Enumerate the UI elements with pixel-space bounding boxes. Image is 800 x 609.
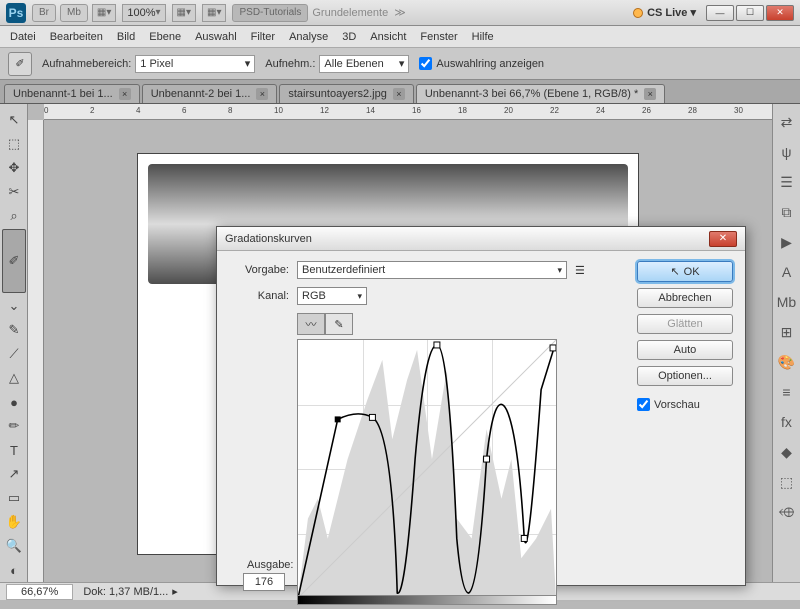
panel-icon-8[interactable]: 🎨 xyxy=(777,352,797,372)
tab-close-icon[interactable]: × xyxy=(119,88,131,100)
tool-1[interactable]: ⬚ xyxy=(2,133,26,155)
window-close[interactable]: ✕ xyxy=(766,5,794,21)
sample-layers-select[interactable]: Alle Ebenen▾ xyxy=(319,55,409,73)
window-maximize[interactable]: ☐ xyxy=(736,5,764,21)
menu-ansicht[interactable]: Ansicht xyxy=(370,31,406,43)
sample-ring-label: Auswahlring anzeigen xyxy=(436,58,544,70)
arrange-select[interactable]: ▦▾ xyxy=(172,4,196,22)
minibridge-button[interactable]: Mb xyxy=(60,4,88,22)
panel-icon-0[interactable]: ⇄ xyxy=(777,112,797,132)
dialog-title: Gradationskurven xyxy=(225,233,312,245)
curve-mode-pencil[interactable]: ✎ xyxy=(325,313,353,335)
sample-ring-checkbox[interactable] xyxy=(419,57,432,70)
tool-17[interactable]: ◐ xyxy=(2,559,26,581)
preset-select[interactable]: Benutzerdefiniert▾ xyxy=(297,261,567,279)
preset-menu-icon[interactable]: ☰ xyxy=(575,264,585,277)
dialog-close-button[interactable]: ✕ xyxy=(709,231,737,247)
panel-icon-1[interactable]: ψ xyxy=(777,142,797,162)
panel-icon-10[interactable]: fx xyxy=(777,412,797,432)
tab-close-icon[interactable]: × xyxy=(256,88,268,100)
menu-auswahl[interactable]: Auswahl xyxy=(195,31,237,43)
channel-select[interactable]: RGB▾ xyxy=(297,287,367,305)
tool-10[interactable]: ● xyxy=(2,391,26,413)
sample-layers-label: Aufnehm.: xyxy=(265,58,315,70)
auto-button[interactable]: Auto xyxy=(637,340,733,360)
curve-path[interactable] xyxy=(298,340,556,598)
sample-size-label: Aufnahmebereich: xyxy=(42,58,131,70)
panel-icon-4[interactable]: ▶ xyxy=(777,232,797,252)
curves-graph[interactable] xyxy=(297,339,557,599)
tool-16[interactable]: 🔍 xyxy=(2,535,26,557)
tab-close-icon[interactable]: × xyxy=(644,88,656,100)
doc-size-arrow[interactable]: ▸ xyxy=(172,585,178,598)
zoom-select[interactable]: 100% ▾ xyxy=(122,4,165,22)
tool-8[interactable]: ⟋ xyxy=(2,343,26,365)
preview-checkbox[interactable] xyxy=(637,398,650,411)
panel-icon-3[interactable]: ⧉ xyxy=(777,202,797,222)
menu-fenster[interactable]: Fenster xyxy=(420,31,457,43)
workspace-more[interactable]: ≫ xyxy=(394,6,406,19)
tool-15[interactable]: ✋ xyxy=(2,511,26,533)
panel-icon-12[interactable]: ⬚ xyxy=(777,472,797,492)
extras-select[interactable]: ▦▾ xyxy=(202,4,226,22)
panel-icon-2[interactable]: ☰ xyxy=(777,172,797,192)
zoom-field[interactable]: 66,67% xyxy=(6,584,73,600)
tool-7[interactable]: ✎ xyxy=(2,319,26,341)
panel-icon-7[interactable]: ⊞ xyxy=(777,322,797,342)
menu-analyse[interactable]: Analyse xyxy=(289,31,328,43)
tool-14[interactable]: ▭ xyxy=(2,487,26,509)
menu-ebene[interactable]: Ebene xyxy=(149,31,181,43)
panel-icon-11[interactable]: ◆ xyxy=(777,442,797,462)
tool-12[interactable]: T xyxy=(2,439,26,461)
menu-datei[interactable]: Datei xyxy=(10,31,36,43)
document-tab-1[interactable]: Unbenannt-2 bei 1...× xyxy=(142,84,278,103)
panel-icon-9[interactable]: ≡ xyxy=(777,382,797,402)
document-tab-3[interactable]: Unbenannt-3 bei 66,7% (Ebene 1, RGB/8) *… xyxy=(416,84,665,103)
menu-hilfe[interactable]: Hilfe xyxy=(472,31,494,43)
channel-label: Kanal: xyxy=(229,290,289,302)
workspace-grund[interactable]: Grundelemente xyxy=(312,7,388,19)
ruler-horizontal: 024681012141618202224262830 xyxy=(44,104,772,120)
tool-9[interactable]: △ xyxy=(2,367,26,389)
panel-icon-5[interactable]: A xyxy=(777,262,797,282)
tool-3[interactable]: ✂ xyxy=(2,181,26,203)
document-tab-0[interactable]: Unbenannt-1 bei 1...× xyxy=(4,84,140,103)
options-button[interactable]: Optionen... xyxy=(637,366,733,386)
tool-2[interactable]: ✥ xyxy=(2,157,26,179)
menu-filter[interactable]: Filter xyxy=(251,31,275,43)
window-minimize[interactable]: — xyxy=(706,5,734,21)
screen-mode-select[interactable]: ▦▾ xyxy=(92,4,116,22)
tool-11[interactable]: ✏ xyxy=(2,415,26,437)
panel-icon-13[interactable]: ⬲ xyxy=(777,502,797,522)
workspace-psd[interactable]: PSD-Tutorials xyxy=(232,4,308,22)
ok-button[interactable]: ↖OK xyxy=(637,261,733,282)
curves-dialog: Gradationskurven ✕ Vorgabe: Benutzerdefi… xyxy=(216,226,746,586)
input-gradient[interactable] xyxy=(297,595,557,605)
sample-size-select[interactable]: 1 Pixel▾ xyxy=(135,55,255,73)
ruler-vertical xyxy=(28,120,44,582)
preset-label: Vorgabe: xyxy=(229,264,289,276)
tool-5[interactable]: ✐ xyxy=(2,229,26,293)
cs-live-button[interactable]: CS Live ▾ xyxy=(633,6,696,19)
panel-icon-6[interactable]: Mb xyxy=(777,292,797,312)
doc-size-label: Dok: 1,37 MB/1... xyxy=(83,586,168,598)
cancel-button[interactable]: Abbrechen xyxy=(637,288,733,308)
menu-bild[interactable]: Bild xyxy=(117,31,135,43)
tool-4[interactable]: ⌕ xyxy=(2,205,26,227)
curve-mode-point[interactable]: 〰 xyxy=(297,313,325,335)
document-tab-2[interactable]: stairsuntoayers2.jpg× xyxy=(279,84,413,103)
output-value-field[interactable]: 176 xyxy=(243,573,285,591)
menu-3d[interactable]: 3D xyxy=(342,31,356,43)
tool-0[interactable]: ↖ xyxy=(2,109,26,131)
current-tool-eyedropper[interactable]: ✐ xyxy=(8,52,32,76)
tab-close-icon[interactable]: × xyxy=(393,88,405,100)
photoshop-logo: Ps xyxy=(6,3,26,23)
preview-label: Vorschau xyxy=(654,399,700,411)
tool-13[interactable]: ↗ xyxy=(2,463,26,485)
bridge-button[interactable]: Br xyxy=(32,4,56,22)
tool-6[interactable]: ⌄ xyxy=(2,295,26,317)
smooth-button[interactable]: Glätten xyxy=(637,314,733,334)
menu-bearbeiten[interactable]: Bearbeiten xyxy=(50,31,103,43)
output-label: Ausgabe: xyxy=(247,559,293,571)
